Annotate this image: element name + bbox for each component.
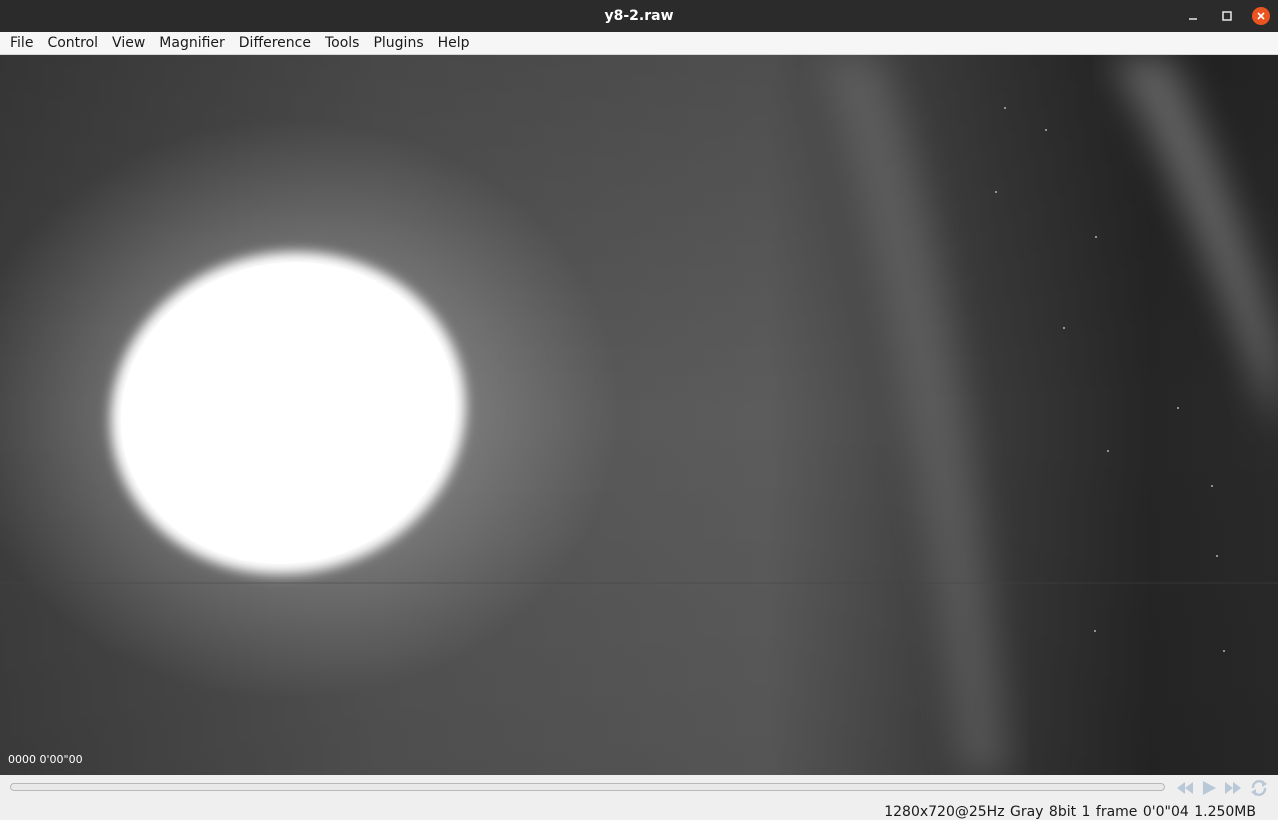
menu-control[interactable]: Control xyxy=(40,32,105,55)
loop-button[interactable] xyxy=(1248,778,1270,798)
video-viewport[interactable]: 0000 0'00"00 xyxy=(0,55,1278,775)
seek-slider[interactable] xyxy=(10,783,1165,791)
fast-forward-button[interactable] xyxy=(1222,778,1244,798)
menu-difference[interactable]: Difference xyxy=(232,32,318,55)
rewind-icon xyxy=(1177,782,1193,794)
menu-view[interactable]: View xyxy=(105,32,152,55)
frame-counter: 0000 0'00"00 xyxy=(8,753,83,766)
playback-bar xyxy=(0,775,1278,801)
window-titlebar: y8-2.raw xyxy=(0,0,1278,32)
menu-magnifier[interactable]: Magnifier xyxy=(152,32,232,55)
video-frame xyxy=(0,55,1278,775)
status-bar: 1280x720@25Hz Gray 8bit 1 frame 0'0"04 1… xyxy=(0,801,1278,820)
minimize-button[interactable] xyxy=(1176,0,1210,32)
play-button[interactable] xyxy=(1198,778,1220,798)
menu-file[interactable]: File xyxy=(3,32,40,55)
menu-bar: File Control View Magnifier Difference T… xyxy=(0,32,1278,55)
window-controls xyxy=(1176,0,1278,32)
maximize-button[interactable] xyxy=(1210,0,1244,32)
window-title: y8-2.raw xyxy=(604,8,674,24)
maximize-icon xyxy=(1222,11,1232,21)
close-icon xyxy=(1252,7,1270,25)
play-icon xyxy=(1203,781,1216,795)
rewind-button[interactable] xyxy=(1174,778,1196,798)
loop-icon xyxy=(1251,780,1267,796)
close-button[interactable] xyxy=(1244,0,1278,32)
minimize-icon xyxy=(1189,18,1197,20)
fast-forward-icon xyxy=(1225,782,1241,794)
menu-help[interactable]: Help xyxy=(431,32,477,55)
menu-tools[interactable]: Tools xyxy=(318,32,367,55)
menu-plugins[interactable]: Plugins xyxy=(366,32,430,55)
